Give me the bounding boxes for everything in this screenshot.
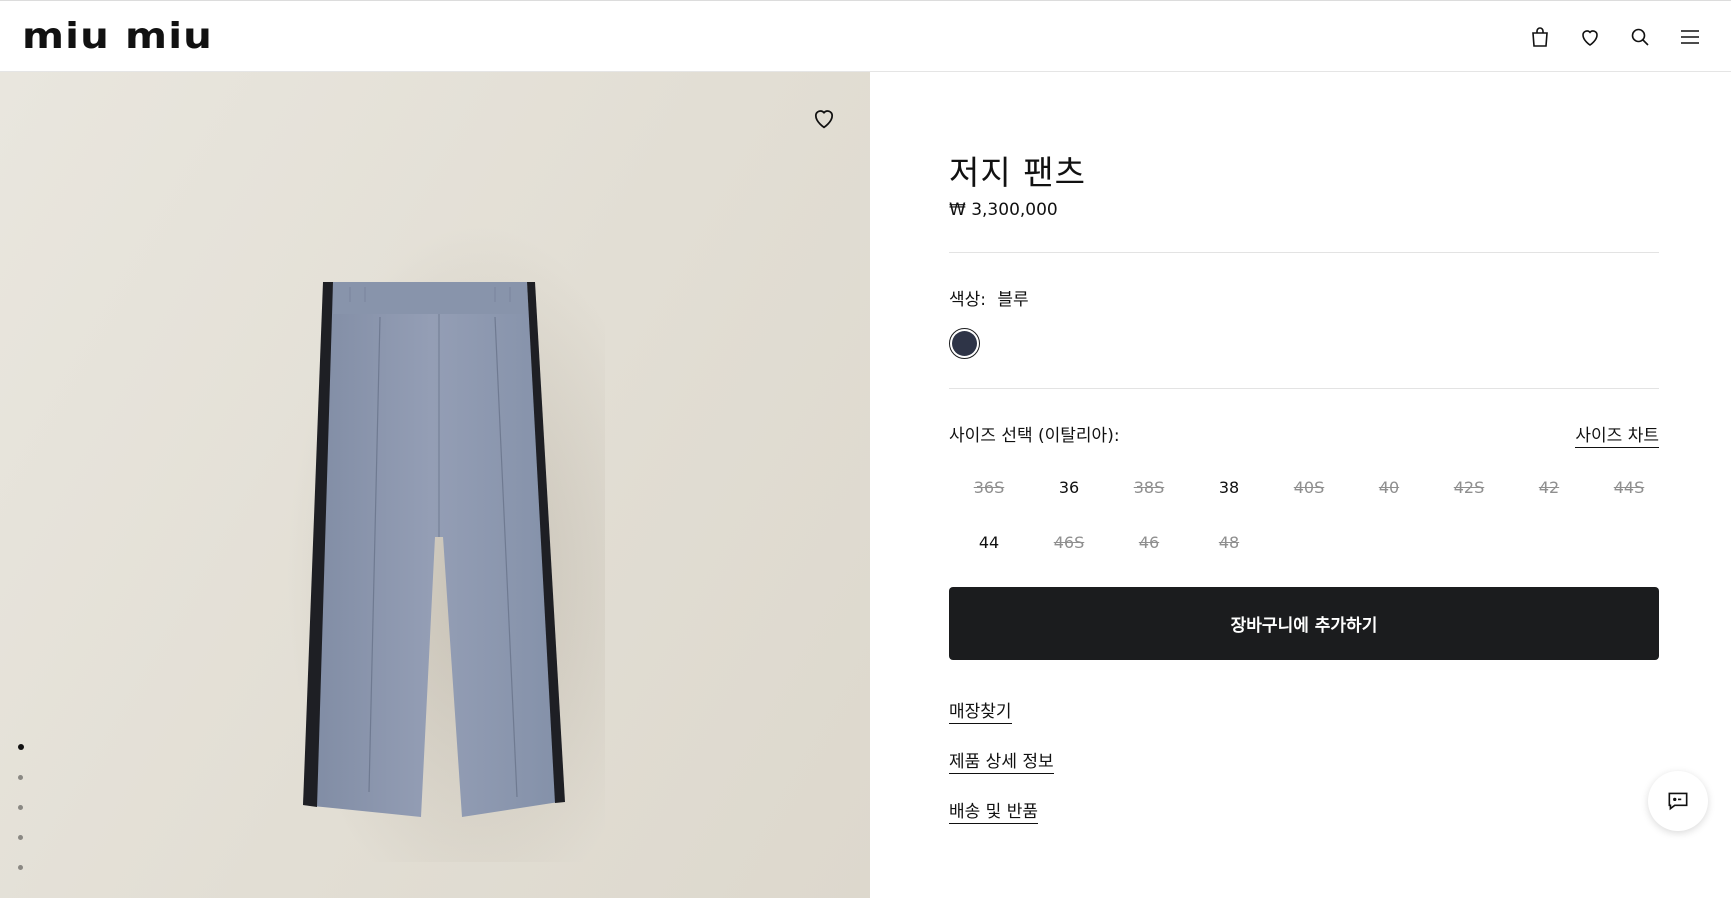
size-option[interactable]: 40S (1269, 460, 1349, 515)
size-option[interactable]: 36 (1029, 460, 1109, 515)
divider (949, 252, 1659, 253)
size-option[interactable]: 46 (1109, 515, 1189, 570)
size-option[interactable]: 46S (1029, 515, 1109, 570)
size-chart-link[interactable]: 사이즈 차트 (1575, 421, 1659, 448)
size-option[interactable]: 36S (949, 460, 1029, 515)
bag-icon[interactable] (1515, 21, 1565, 53)
size-option[interactable]: 38S (1109, 460, 1189, 515)
product-image (303, 282, 565, 817)
size-option[interactable]: 42 (1509, 460, 1589, 515)
pagination-dot[interactable] (18, 865, 23, 870)
search-icon[interactable] (1615, 21, 1665, 53)
product-details: 저지 팬츠 ₩ 3,300,000 색상: 블루 사이즈 선택 (이탈리아): … (949, 72, 1659, 898)
chat-icon (1668, 792, 1688, 811)
size-options: 36S 36 38S 38 40S 40 42S 42 44S 44 46S 46 48 (949, 460, 1669, 570)
store-locator-link[interactable]: 매장찾기 (949, 697, 1012, 724)
color-label-text: 색상: (949, 290, 987, 310)
header-icons (1515, 21, 1715, 53)
logo[interactable]: miu miu (22, 18, 213, 56)
menu-icon[interactable] (1665, 21, 1715, 53)
size-option[interactable]: 44S (1589, 460, 1669, 515)
color-swatch[interactable] (949, 328, 980, 359)
chat-button[interactable] (1648, 771, 1708, 831)
divider (949, 388, 1659, 389)
color-label: 색상: 블루 (949, 285, 1035, 310)
pagination-dot[interactable] (18, 805, 23, 810)
color-swatch-fill (952, 331, 977, 356)
size-option[interactable]: 44 (949, 515, 1029, 570)
size-option[interactable]: 38 (1189, 460, 1269, 515)
heart-icon[interactable] (1565, 21, 1615, 53)
shipping-returns-link[interactable]: 배송 및 반품 (949, 797, 1039, 824)
size-label: 사이즈 선택 (이탈리아): (949, 426, 1120, 446)
pagination-dot[interactable] (18, 744, 24, 750)
product-details-link[interactable]: 제품 상세 정보 (949, 747, 1054, 774)
product-title: 저지 팬츠 (949, 153, 1086, 192)
product-gallery[interactable] (0, 72, 870, 898)
add-to-cart-button[interactable]: 장바구니에 추가하기 (949, 587, 1659, 660)
color-value: 블루 (997, 290, 1029, 310)
product-price: ₩ 3,300,000 (949, 200, 1058, 220)
size-option[interactable]: 48 (1189, 515, 1269, 570)
pagination-dot[interactable] (18, 835, 23, 840)
gallery-pagination (18, 744, 24, 895)
pagination-dot[interactable] (18, 775, 23, 780)
size-option[interactable]: 42S (1429, 460, 1509, 515)
header: miu miu (0, 0, 1731, 72)
size-option[interactable]: 40 (1349, 460, 1429, 515)
wishlist-heart-icon[interactable] (810, 104, 838, 132)
